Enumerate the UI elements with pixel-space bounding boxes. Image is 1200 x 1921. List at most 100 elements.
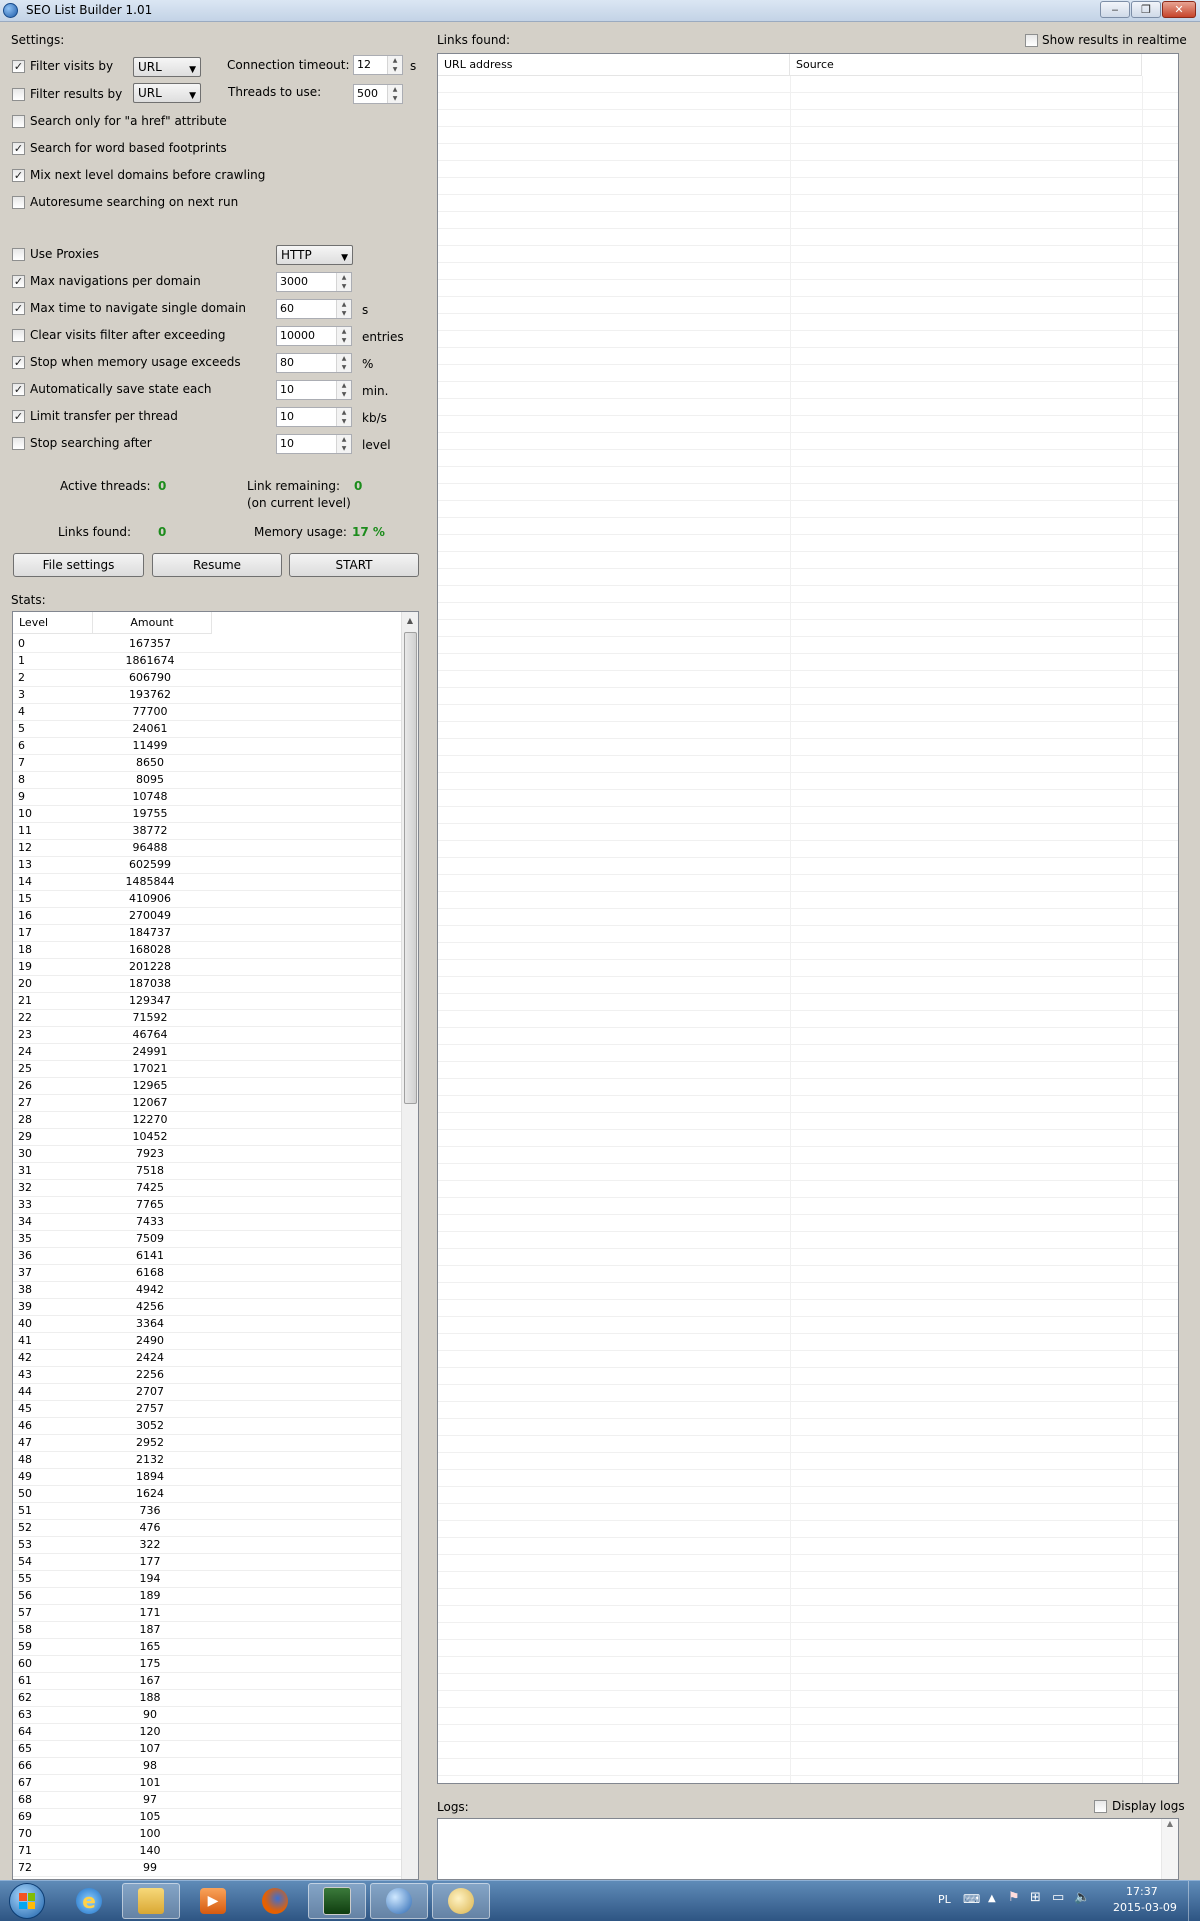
logs-textarea[interactable]: ▲ bbox=[437, 1818, 1179, 1880]
table-row[interactable]: 66 98 bbox=[13, 1758, 403, 1775]
stats-column-level[interactable]: Level bbox=[13, 612, 93, 634]
table-row[interactable]: 70 100 bbox=[13, 1826, 403, 1843]
limit-transfer-checkbox[interactable]: ✓ bbox=[12, 410, 25, 423]
keyboard-icon[interactable]: ⌨ bbox=[963, 1892, 980, 1906]
taskbar-explorer[interactable] bbox=[122, 1883, 180, 1919]
table-row[interactable]: 46 3052 bbox=[13, 1418, 403, 1435]
table-row[interactable]: 34 7433 bbox=[13, 1214, 403, 1231]
table-row[interactable]: 68 97 bbox=[13, 1792, 403, 1809]
table-row[interactable]: 55 194 bbox=[13, 1571, 403, 1588]
action-center-icon[interactable]: ⚑ bbox=[1008, 1891, 1020, 1905]
table-row[interactable]: 58 187 bbox=[13, 1622, 403, 1639]
table-row[interactable]: 0 167357 bbox=[13, 636, 403, 653]
display-logs-checkbox[interactable] bbox=[1094, 1800, 1107, 1813]
table-row[interactable]: 69 105 bbox=[13, 1809, 403, 1826]
table-row[interactable]: 36 6141 bbox=[13, 1248, 403, 1265]
clock-time[interactable]: 17:37 bbox=[1126, 1885, 1158, 1899]
table-row[interactable]: 49 1894 bbox=[13, 1469, 403, 1486]
stats-scrollbar[interactable]: ▲ bbox=[401, 612, 418, 1879]
table-row[interactable]: 51 736 bbox=[13, 1503, 403, 1520]
table-row[interactable]: 63 90 bbox=[13, 1707, 403, 1724]
table-row[interactable]: 33 7765 bbox=[13, 1197, 403, 1214]
table-row[interactable]: 5 24061 bbox=[13, 721, 403, 738]
table-row[interactable]: 27 12067 bbox=[13, 1095, 403, 1112]
stop-after-input[interactable]: 10 ▲ ▼ bbox=[276, 434, 352, 454]
table-row[interactable]: 2 606790 bbox=[13, 670, 403, 687]
max-time-checkbox[interactable]: ✓ bbox=[12, 302, 25, 315]
table-row[interactable]: 13 602599 bbox=[13, 857, 403, 874]
scroll-up-icon[interactable]: ▲ bbox=[402, 612, 418, 629]
table-row[interactable]: 3 193762 bbox=[13, 687, 403, 704]
threads-input[interactable]: 500 ▲ ▼ bbox=[353, 84, 403, 104]
stats-column-amount[interactable]: Amount bbox=[93, 612, 212, 634]
table-row[interactable]: 11 38772 bbox=[13, 823, 403, 840]
spin-arrows-icon[interactable]: ▲ ▼ bbox=[336, 435, 351, 453]
table-row[interactable]: 43 2256 bbox=[13, 1367, 403, 1384]
table-row[interactable]: 42 2424 bbox=[13, 1350, 403, 1367]
table-row[interactable]: 12 96488 bbox=[13, 840, 403, 857]
table-row[interactable]: 52 476 bbox=[13, 1520, 403, 1537]
spin-arrows-icon[interactable]: ▲ ▼ bbox=[387, 85, 402, 103]
power-icon[interactable]: ▭ bbox=[1052, 1891, 1064, 1905]
table-row[interactable]: 60 175 bbox=[13, 1656, 403, 1673]
table-row[interactable]: 6 11499 bbox=[13, 738, 403, 755]
table-row[interactable]: 7 8650 bbox=[13, 755, 403, 772]
filter-results-select[interactable]: URL ▼ bbox=[133, 83, 201, 103]
table-row[interactable]: 8 8095 bbox=[13, 772, 403, 789]
table-row[interactable]: 35 7509 bbox=[13, 1231, 403, 1248]
taskbar-media[interactable]: ▶ bbox=[184, 1883, 242, 1919]
volume-icon[interactable]: 🔈 bbox=[1074, 1891, 1090, 1905]
table-row[interactable]: 28 12270 bbox=[13, 1112, 403, 1129]
table-row[interactable]: 44 2707 bbox=[13, 1384, 403, 1401]
table-row[interactable]: 39 4256 bbox=[13, 1299, 403, 1316]
table-row[interactable]: 57 171 bbox=[13, 1605, 403, 1622]
file-settings-button[interactable]: File settings bbox=[13, 553, 144, 577]
table-row[interactable]: 67 101 bbox=[13, 1775, 403, 1792]
show-hidden-icons-icon[interactable]: ▲ bbox=[988, 1892, 996, 1906]
start-menu-button[interactable] bbox=[4, 1883, 50, 1919]
table-row[interactable]: 32 7425 bbox=[13, 1180, 403, 1197]
table-row[interactable]: 14 1485844 bbox=[13, 874, 403, 891]
table-row[interactable]: 19 201228 bbox=[13, 959, 403, 976]
table-row[interactable]: 45 2757 bbox=[13, 1401, 403, 1418]
realtime-checkbox[interactable] bbox=[1025, 34, 1038, 47]
table-row[interactable]: 48 2132 bbox=[13, 1452, 403, 1469]
stop-memory-checkbox[interactable]: ✓ bbox=[12, 356, 25, 369]
spin-arrows-icon[interactable]: ▲ ▼ bbox=[336, 327, 351, 345]
table-row[interactable]: 30 7923 bbox=[13, 1146, 403, 1163]
table-row[interactable]: 54 177 bbox=[13, 1554, 403, 1571]
close-button[interactable]: ✕ bbox=[1162, 1, 1196, 18]
maximize-button[interactable]: ❐ bbox=[1131, 1, 1161, 18]
autoresume-checkbox[interactable] bbox=[12, 196, 25, 209]
table-row[interactable]: 41 2490 bbox=[13, 1333, 403, 1350]
table-row[interactable]: 65 107 bbox=[13, 1741, 403, 1758]
network-icon[interactable]: ⊞ bbox=[1030, 1891, 1041, 1905]
filter-visits-checkbox[interactable]: ✓ bbox=[12, 60, 25, 73]
taskbar-paint[interactable] bbox=[432, 1883, 490, 1919]
clock-date[interactable]: 2015-03-09 bbox=[1113, 1901, 1177, 1915]
table-row[interactable]: 53 322 bbox=[13, 1537, 403, 1554]
table-row[interactable]: 72 99 bbox=[13, 1860, 403, 1877]
table-row[interactable]: 17 184737 bbox=[13, 925, 403, 942]
table-row[interactable]: 37 6168 bbox=[13, 1265, 403, 1282]
stop-after-checkbox[interactable] bbox=[12, 437, 25, 450]
max-nav-checkbox[interactable]: ✓ bbox=[12, 275, 25, 288]
minimize-button[interactable]: ‒ bbox=[1100, 1, 1130, 18]
table-row[interactable]: 25 17021 bbox=[13, 1061, 403, 1078]
search-href-checkbox[interactable] bbox=[12, 115, 25, 128]
table-row[interactable]: 9 10748 bbox=[13, 789, 403, 806]
table-row[interactable]: 24 24991 bbox=[13, 1044, 403, 1061]
table-row[interactable]: 10 19755 bbox=[13, 806, 403, 823]
spin-arrows-icon[interactable]: ▲ ▼ bbox=[387, 56, 402, 74]
table-row[interactable]: 71 140 bbox=[13, 1843, 403, 1860]
table-row[interactable]: 47 2952 bbox=[13, 1435, 403, 1452]
filter-results-checkbox[interactable] bbox=[12, 88, 25, 101]
table-row[interactable]: 38 4942 bbox=[13, 1282, 403, 1299]
stop-memory-input[interactable]: 80 ▲ ▼ bbox=[276, 353, 352, 373]
table-row[interactable]: 23 46764 bbox=[13, 1027, 403, 1044]
mix-domains-checkbox[interactable]: ✓ bbox=[12, 169, 25, 182]
table-row[interactable]: 40 3364 bbox=[13, 1316, 403, 1333]
clear-visits-checkbox[interactable] bbox=[12, 329, 25, 342]
table-row[interactable]: 61 167 bbox=[13, 1673, 403, 1690]
use-proxies-checkbox[interactable] bbox=[12, 248, 25, 261]
